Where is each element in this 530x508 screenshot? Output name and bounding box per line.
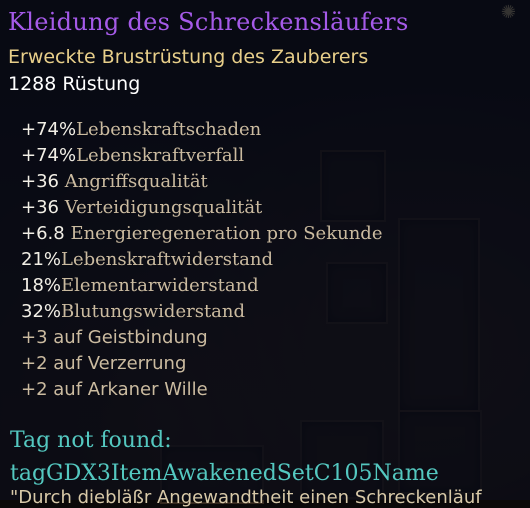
stat-text: +2 auf Verzerrung [21, 353, 187, 374]
stat-line: +74%Lebenskraftschaden [21, 117, 382, 143]
stat-text: Verteidigungsqualität [64, 197, 263, 218]
stat-text: Elementarwiderstand [61, 275, 259, 296]
item-name: Kleidung des Schreckensläufers [8, 8, 409, 36]
stat-value: 21% [21, 249, 62, 270]
missing-tag-key: tagGDX3ItemAwakenedSetC105Name [10, 461, 439, 486]
stat-line: +6.8 Energieregeneration pro Sekunde [21, 221, 382, 247]
stat-value: +74% [21, 119, 77, 140]
stat-text: +2 auf Arkaner Wille [21, 379, 208, 400]
stat-list: +74%Lebenskraftschaden +74%Lebenskraftve… [21, 117, 382, 403]
stat-value: +36 [21, 197, 59, 218]
stat-text: Energieregeneration pro Sekunde [70, 223, 383, 244]
stat-text: +3 auf Geistbindung [21, 327, 208, 348]
stat-line: 21%Lebenskraftwiderstand [21, 247, 382, 273]
item-type: Erweckte Brustrüstung des Zauberers [8, 46, 369, 68]
stat-text: Lebenskraftverfall [76, 145, 245, 166]
stat-text: Blutungswiderstand [61, 301, 246, 322]
stat-line: +2 auf Arkaner Wille [21, 377, 382, 403]
stat-line: +36 Verteidigungsqualität [21, 195, 382, 221]
missing-tag-text: Tag not found: tagGDX3ItemAwakenedSetC10… [10, 424, 439, 490]
stat-line: +2 auf Verzerrung [21, 351, 382, 377]
stat-line: 18%Elementarwiderstand [21, 273, 382, 299]
stat-text: Angriffsqualität [64, 171, 208, 192]
stat-line: +36 Angriffsqualität [21, 169, 382, 195]
stat-line: 32%Blutungswiderstand [21, 299, 382, 325]
item-description: "Durch diebläßr Angewandtheit einen Schr… [10, 487, 482, 508]
stat-line: +3 auf Geistbindung [21, 325, 382, 351]
stat-text: Lebenskraftschaden [76, 119, 262, 140]
stat-value: 32% [21, 301, 62, 322]
missing-tag-label: Tag not found: [10, 428, 172, 453]
stat-text: Lebenskraftwiderstand [61, 249, 274, 270]
item-tooltip: Kleidung des Schreckensläufers Erweckte … [0, 0, 530, 508]
stat-value: 18% [21, 275, 62, 296]
stat-value: +36 [21, 171, 59, 192]
item-armor: 1288 Rüstung [8, 73, 141, 95]
stat-value: +74% [21, 145, 77, 166]
stat-line: +74%Lebenskraftverfall [21, 143, 382, 169]
stat-value: +6.8 [21, 223, 65, 244]
